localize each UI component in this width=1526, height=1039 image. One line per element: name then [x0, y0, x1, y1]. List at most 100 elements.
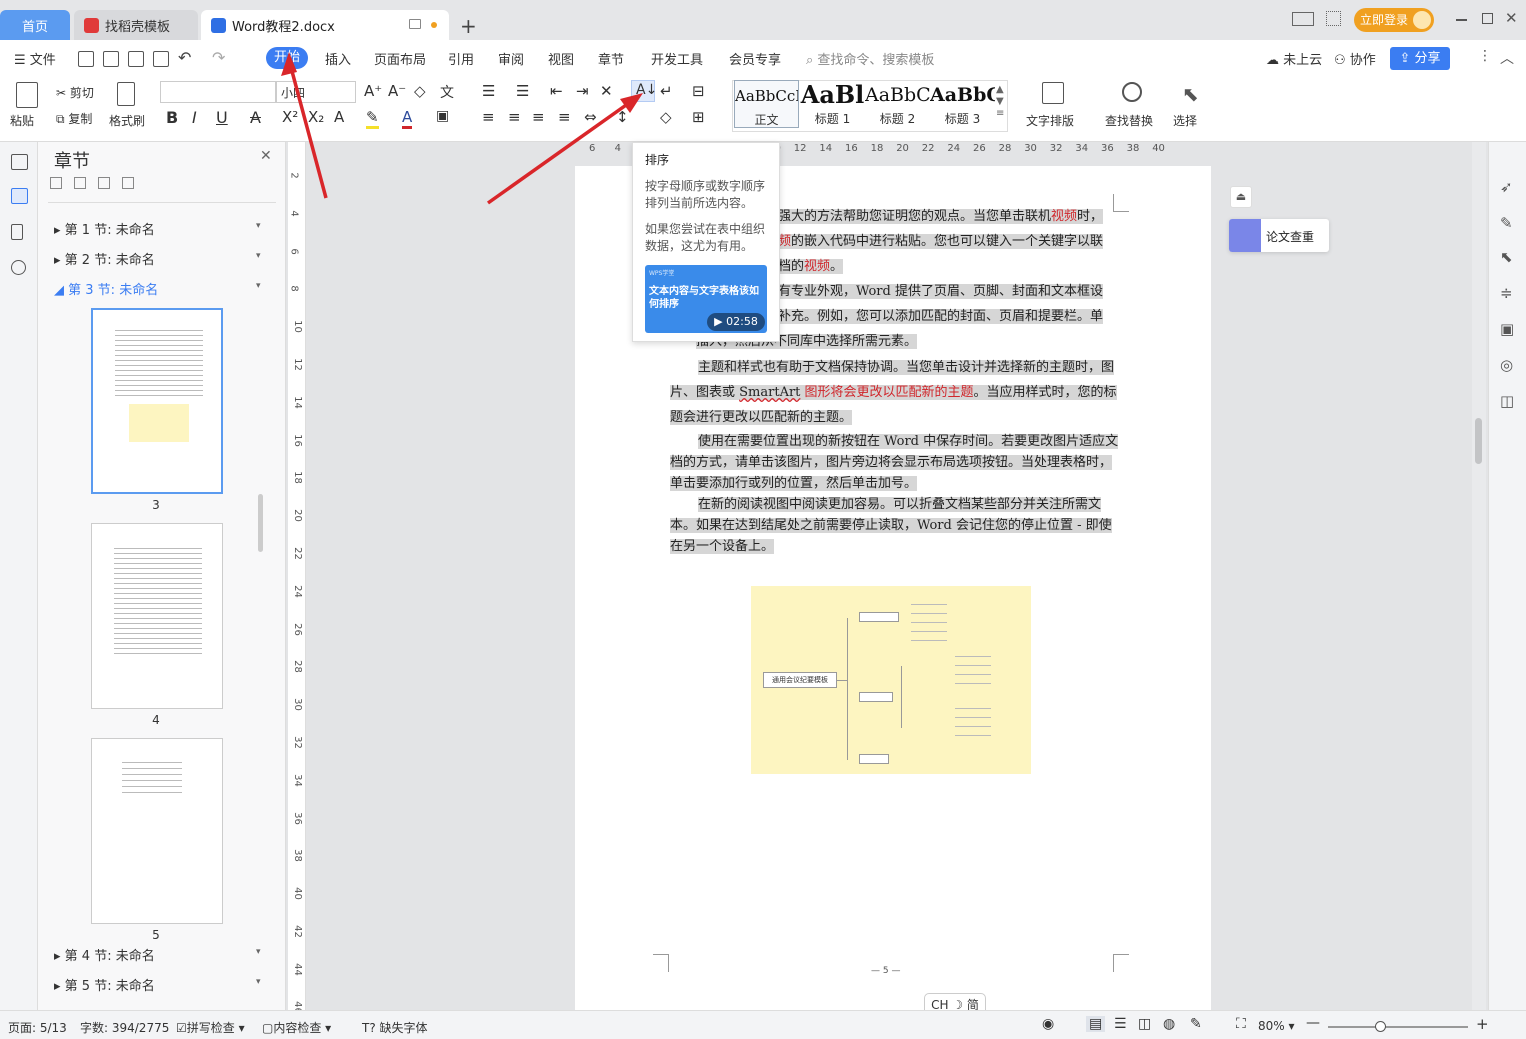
style-heading3[interactable]: AaBbC 标题 3: [930, 80, 995, 128]
book-icon[interactable]: ◫: [1500, 392, 1514, 410]
outline-view-icon[interactable]: ☰: [1114, 1016, 1127, 1032]
section-item-1[interactable]: ▸ 第 1 节: 未命名: [54, 219, 155, 238]
image-tool-icon[interactable]: ▣: [1500, 320, 1514, 338]
more-icon[interactable]: ⋮: [1478, 48, 1492, 64]
format-painter-button[interactable]: 格式刷: [109, 112, 145, 129]
clear-format-icon[interactable]: ◇: [414, 82, 426, 100]
section-4-menu-icon[interactable]: ▾: [256, 947, 261, 957]
print-icon[interactable]: [128, 51, 144, 67]
cut-button[interactable]: ✂ 剪切: [56, 84, 94, 101]
phonetic-icon[interactable]: 文: [440, 82, 454, 102]
magnifier-icon[interactable]: [1122, 82, 1142, 102]
command-search[interactable]: ⌕ 查找命令、搜索模板: [806, 49, 934, 68]
missing-font-button[interactable]: T? 缺失字体: [362, 1019, 428, 1036]
decrease-indent-icon[interactable]: ⇤: [550, 82, 563, 100]
undo-icon[interactable]: ↶: [178, 48, 191, 67]
zoom-level[interactable]: 80% ▾: [1258, 1019, 1295, 1033]
styles-scroll-icon[interactable]: ▲ ▼ ≡: [996, 84, 1004, 120]
menu-chapter[interactable]: 章节: [598, 49, 624, 68]
close-icon[interactable]: ✕: [1505, 9, 1518, 27]
font-color-icon[interactable]: A: [402, 108, 413, 129]
superscript-icon[interactable]: X²: [282, 108, 298, 126]
text-layout-icon[interactable]: [1042, 82, 1064, 104]
apps-grid-icon[interactable]: [1326, 11, 1341, 26]
char-border-icon[interactable]: ▣: [436, 108, 449, 124]
section-1-menu-icon[interactable]: ▾: [256, 221, 261, 231]
tab-home[interactable]: 首页: [0, 10, 70, 40]
page-thumbnail-3[interactable]: [91, 308, 223, 494]
cloud-status[interactable]: ☁ 未上云: [1266, 49, 1322, 68]
zoom-in-icon[interactable]: +: [1476, 1015, 1489, 1033]
bold-icon[interactable]: B: [166, 108, 178, 127]
write-view-icon[interactable]: ✎: [1190, 1016, 1202, 1032]
export-pdf-icon[interactable]: [103, 51, 119, 67]
collapse-ribbon-icon[interactable]: ︿: [1500, 48, 1514, 68]
add-section-icon[interactable]: [98, 177, 110, 189]
justify-icon[interactable]: ≡: [558, 108, 571, 126]
section-3-menu-icon[interactable]: ▾: [256, 281, 261, 291]
underline-icon[interactable]: U: [216, 108, 228, 127]
minimize-icon[interactable]: [1456, 19, 1467, 21]
page-counter[interactable]: 页面: 5/13: [8, 1019, 67, 1036]
select-button[interactable]: 选择: [1173, 112, 1197, 129]
paste-button[interactable]: 粘贴: [10, 112, 34, 129]
font-name-select[interactable]: [160, 81, 276, 103]
increase-font-icon[interactable]: A⁺: [364, 82, 382, 100]
copy-button[interactable]: ⧉ 复制: [56, 110, 92, 127]
maximize-icon[interactable]: [1482, 13, 1493, 24]
text-effect-icon[interactable]: A: [334, 108, 344, 126]
spell-check-toggle[interactable]: ☑拼写检查 ▾: [176, 1019, 245, 1036]
collab-button[interactable]: ⚇ 协作: [1334, 49, 1376, 68]
outline-icon[interactable]: [11, 154, 28, 170]
zoom-slider[interactable]: [1328, 1021, 1468, 1032]
monitor-icon[interactable]: [409, 19, 421, 29]
find-replace-button[interactable]: 查找替换: [1105, 112, 1153, 129]
menu-reference[interactable]: 引用: [448, 49, 474, 68]
increase-indent-icon[interactable]: ⇥: [576, 82, 589, 100]
pen-icon[interactable]: ✎: [1500, 214, 1513, 232]
menu-developer[interactable]: 开发工具: [651, 49, 703, 68]
tab-document[interactable]: Word教程2.docx: [201, 10, 449, 40]
strikethrough-icon[interactable]: A: [250, 108, 261, 127]
distribute-icon[interactable]: ⇔: [584, 108, 597, 126]
highlight-icon[interactable]: ✎: [366, 108, 379, 129]
page-thumbnail-5[interactable]: [91, 738, 223, 924]
style-normal[interactable]: AaBbCcDd 正文: [734, 80, 799, 128]
remove-section-icon[interactable]: [122, 177, 134, 189]
close-panel-icon[interactable]: ✕: [260, 148, 272, 164]
bullet-list-icon[interactable]: ☰: [482, 82, 495, 100]
zoom-out-icon[interactable]: —: [1306, 1015, 1320, 1031]
align-right-icon[interactable]: ≡: [532, 108, 545, 126]
style-heading2[interactable]: AaBbC 标题 2: [865, 80, 930, 128]
find-icon[interactable]: [11, 260, 26, 275]
redo-icon[interactable]: ↷: [212, 48, 225, 67]
italic-icon[interactable]: I: [192, 108, 197, 127]
section-item-5[interactable]: ▸ 第 5 节: 未命名: [54, 975, 155, 994]
subscript-icon[interactable]: X₂: [308, 108, 324, 126]
style-heading1[interactable]: AaBl 标题 1: [800, 80, 865, 128]
eye-protection-icon[interactable]: ◉: [1042, 1016, 1054, 1032]
chinese-layout-icon[interactable]: ✕: [600, 82, 613, 100]
decrease-font-icon[interactable]: A⁻: [388, 82, 406, 100]
menu-layout[interactable]: 页面布局: [374, 49, 426, 68]
login-button[interactable]: 立即登录: [1354, 8, 1434, 32]
paste-icon[interactable]: [16, 82, 38, 108]
font-size-select[interactable]: 小四: [276, 81, 356, 103]
file-menu[interactable]: ☰ 文件: [14, 49, 56, 68]
scroll-thumb[interactable]: [1475, 418, 1482, 464]
collapse-side-icon[interactable]: ⏏: [1230, 186, 1252, 208]
tutorial-video[interactable]: WPS学堂 文本内容与文字表格该如何排序 ▶ 02:58: [645, 265, 767, 333]
section-item-2[interactable]: ▸ 第 2 节: 未命名: [54, 249, 155, 268]
save-icon[interactable]: [78, 51, 94, 67]
layout-icon[interactable]: [1292, 12, 1314, 26]
align-left-icon[interactable]: ≡: [482, 108, 495, 126]
menu-member[interactable]: 会员专享: [729, 49, 781, 68]
page-thumbnail-4[interactable]: [91, 523, 223, 709]
menu-review[interactable]: 审阅: [498, 49, 524, 68]
sliders-icon[interactable]: ≑: [1500, 284, 1513, 302]
chapter-nav-icon[interactable]: [11, 188, 28, 204]
fit-page-icon[interactable]: ⛶: [1236, 1016, 1246, 1032]
shading-icon[interactable]: ◇: [660, 108, 672, 126]
page-view-icon[interactable]: ▤: [1086, 1016, 1106, 1032]
line-spacing-icon[interactable]: ↕: [616, 108, 629, 126]
